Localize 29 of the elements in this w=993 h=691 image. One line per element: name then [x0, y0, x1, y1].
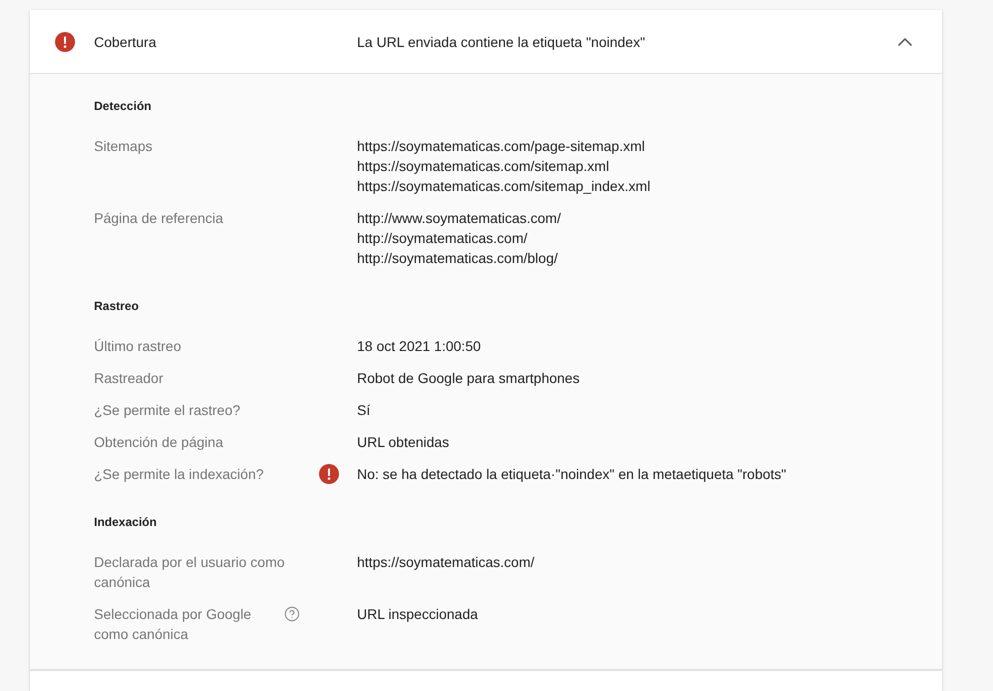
section-title: Indexación: [94, 514, 158, 531]
row-label: Sitemaps: [94, 137, 154, 156]
value-text: 18 oct 2021 1:00:50: [357, 337, 481, 356]
value-text: http://soymatematicas.com/blog/: [357, 249, 559, 268]
coverage-value: La URL enviada contiene la etiqueta "noindex": [357, 32, 646, 52]
value-text: Robot de Google para smartphones: [357, 369, 580, 388]
accordion-header[interactable]: Cobertura La URL enviada contiene la etiqueta "noindex": [30, 10, 942, 74]
section-title: Detección: [94, 98, 152, 115]
value-text: http://www.soymatematicas.com/: [357, 209, 561, 228]
row-label: Último rastreo: [94, 337, 182, 356]
row-label: Rastreador: [94, 369, 164, 388]
row-label: Página de referencia: [94, 209, 224, 228]
value-text: URL obtenidas: [357, 433, 450, 452]
value-text: Sí: [357, 401, 370, 420]
value-text: http://soymatematicas.com/: [357, 229, 528, 248]
value-text: https://soymatematicas.com/: [357, 553, 534, 572]
row-label: Seleccionada por Google como canónica: [94, 605, 252, 644]
row-label: ¿Se permite el rastreo?: [94, 401, 242, 420]
row-label: ¿Se permite la indexación?: [94, 465, 265, 484]
coverage-label: Cobertura: [94, 32, 158, 52]
value-text: https://soymatematicas.com/page-sitemap.xml: [357, 137, 646, 156]
section-title: Rastreo: [94, 298, 140, 315]
value-text: No: se ha detectado la etiqueta·"noindex" en la metaetiqueta "robots": [357, 465, 786, 484]
value-text: https://soymatematicas.com/sitemap_index.xml: [357, 177, 650, 196]
row-label: Declarada por el usuario como canónica: [94, 553, 286, 592]
help-icon[interactable]: [284, 606, 300, 622]
value-text: URL inspeccionada: [357, 605, 478, 624]
row-label: Obtención de página: [94, 433, 224, 452]
value-text: https://soymatematicas.com/sitemap.xml: [357, 157, 610, 176]
